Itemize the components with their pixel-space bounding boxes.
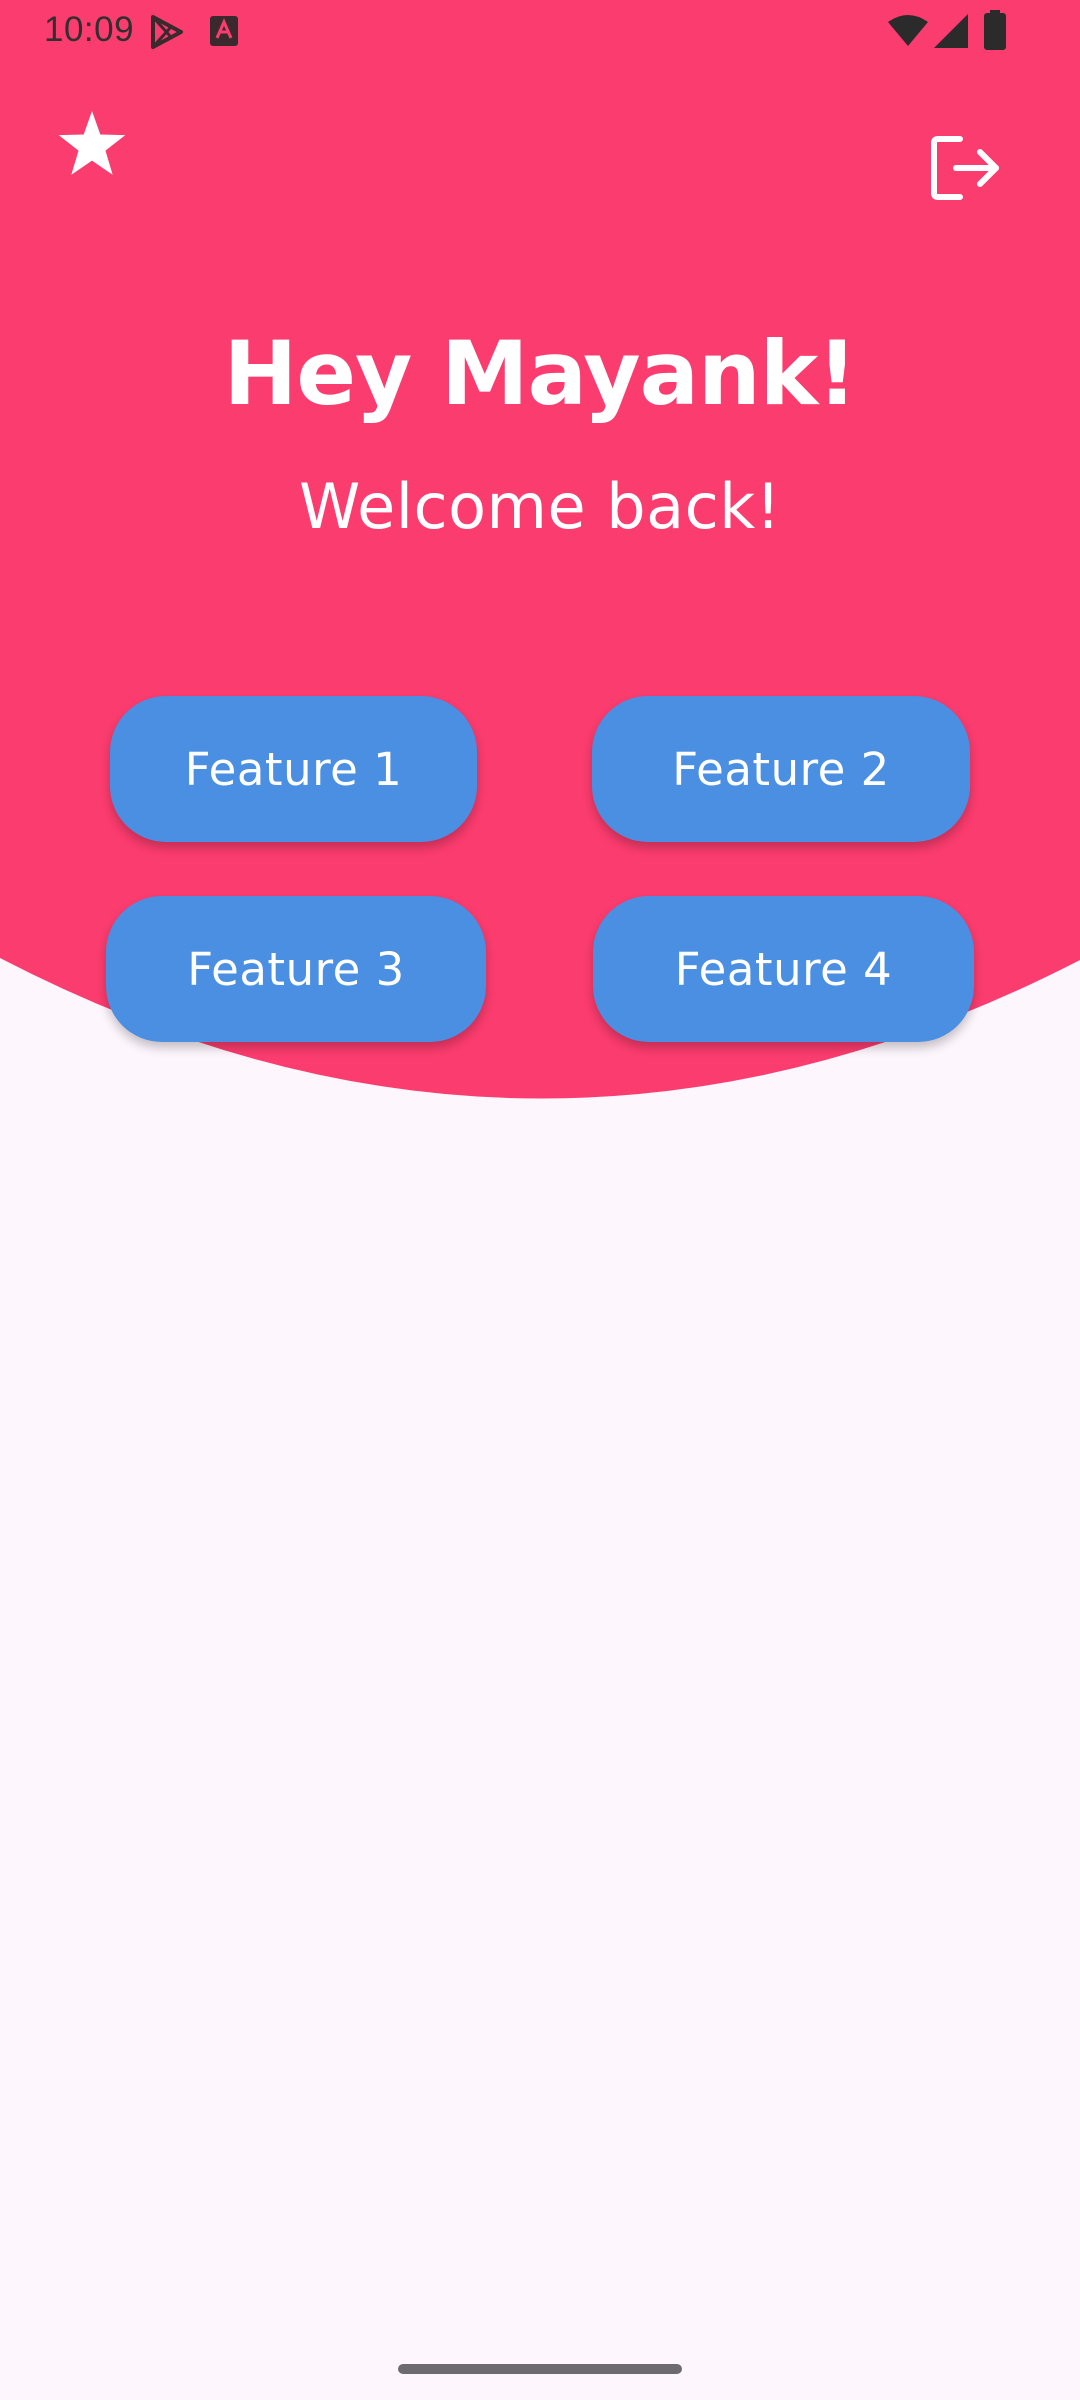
play-store-icon bbox=[151, 15, 183, 49]
battery-icon bbox=[984, 10, 1006, 50]
logout-icon bbox=[931, 136, 999, 200]
favorites-button[interactable] bbox=[50, 102, 134, 186]
app-a-icon bbox=[210, 16, 238, 46]
greeting-subtitle: Welcome back! bbox=[298, 470, 781, 543]
feature-3-button[interactable]: Feature 3 bbox=[106, 896, 486, 1042]
feature-1-button[interactable]: Feature 1 bbox=[110, 696, 477, 842]
wifi-icon bbox=[888, 15, 928, 46]
greeting-title: Hey Mayank! bbox=[223, 322, 858, 425]
status-time: 10:09 bbox=[44, 10, 135, 49]
star-icon bbox=[58, 111, 126, 175]
home-gesture-bar[interactable] bbox=[398, 2364, 682, 2374]
logout-button[interactable] bbox=[918, 126, 1014, 210]
status-bar: 10:09 bbox=[0, 0, 1080, 62]
feature-4-button[interactable]: Feature 4 bbox=[593, 896, 974, 1042]
signal-icon bbox=[934, 14, 968, 48]
feature-2-button[interactable]: Feature 2 bbox=[592, 696, 970, 842]
